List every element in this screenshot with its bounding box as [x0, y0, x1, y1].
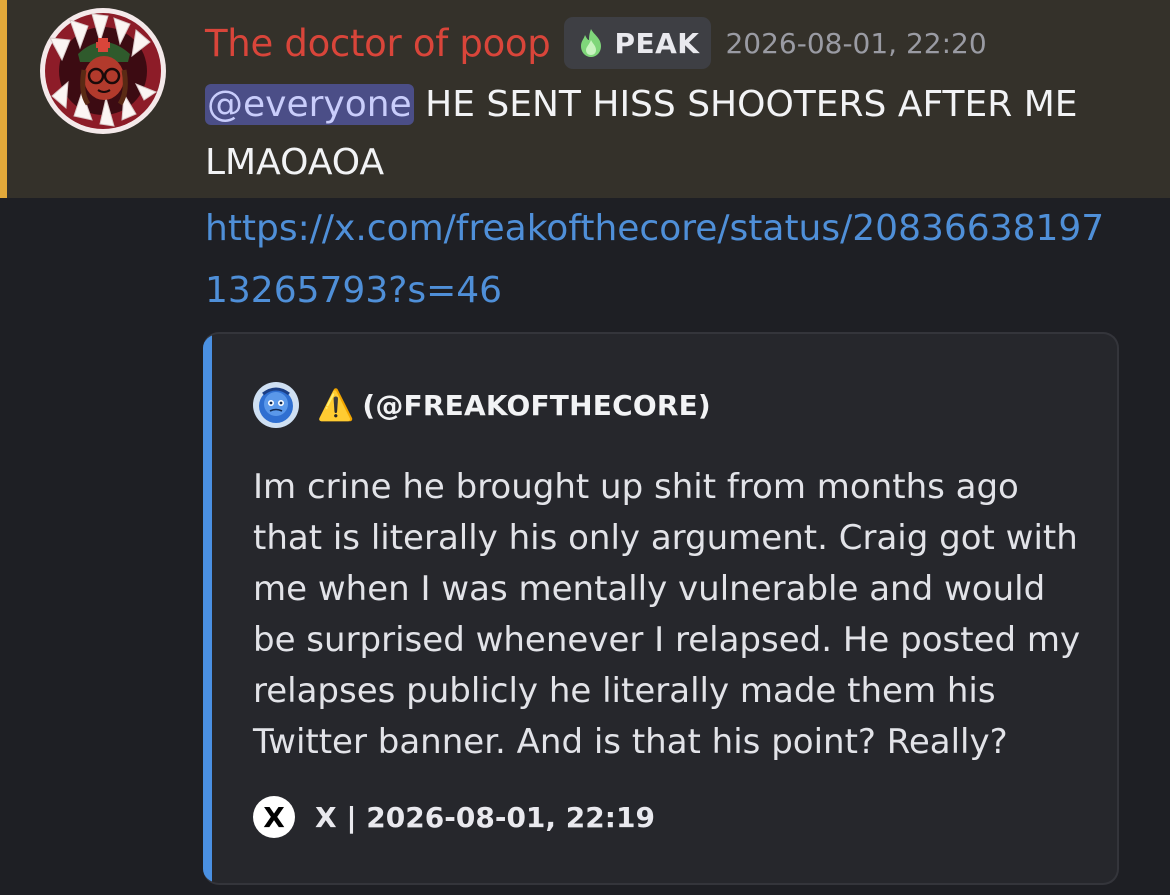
author-avatar[interactable] [40, 8, 166, 134]
embed-author-avatar[interactable] [253, 382, 299, 428]
blue-character-avatar-icon [253, 382, 299, 428]
embed-author[interactable]: ⚠️ (@FREAKOFTHECORE) [253, 382, 711, 428]
link-embed-card: ⚠️ (@FREAKOFTHECORE) Im crine he brought… [203, 332, 1119, 885]
author-username[interactable]: The doctor of poop [205, 22, 551, 65]
server-tag-badge[interactable]: PEAK [564, 17, 712, 69]
x-logo-icon: X [253, 796, 295, 838]
message-timestamp[interactable]: 2026-08-01, 22:20 [725, 27, 986, 60]
avatar-doctor-in-monster-mouth-icon [40, 8, 166, 134]
embed-footer: X X | 2026-08-01, 22:19 [253, 796, 655, 838]
warning-icon: ⚠️ [317, 387, 355, 423]
server-tag-label: PEAK [614, 26, 700, 60]
message-link[interactable]: https://x.com/freakofthecore/status/2083… [205, 198, 1105, 322]
mention-highlight-bar [0, 0, 7, 198]
message-header: The doctor of poop PEAK 2026-08-01, 22:2… [205, 14, 987, 72]
embed-description: Im crine he brought up shit from months … [253, 467, 1081, 762]
embed-accent-bar [203, 334, 212, 883]
message-content: @everyone HE SENT HISS SHOOTERS AFTER ME… [205, 76, 1135, 192]
everyone-mention[interactable]: @everyone [205, 84, 414, 125]
green-flame-icon [581, 29, 602, 57]
discord-message-view: The doctor of poop PEAK 2026-08-01, 22:2… [0, 0, 1170, 895]
embed-author-name[interactable]: (@FREAKOFTHECORE) [362, 389, 711, 422]
embed-footer-text: X | 2026-08-01, 22:19 [315, 800, 655, 834]
